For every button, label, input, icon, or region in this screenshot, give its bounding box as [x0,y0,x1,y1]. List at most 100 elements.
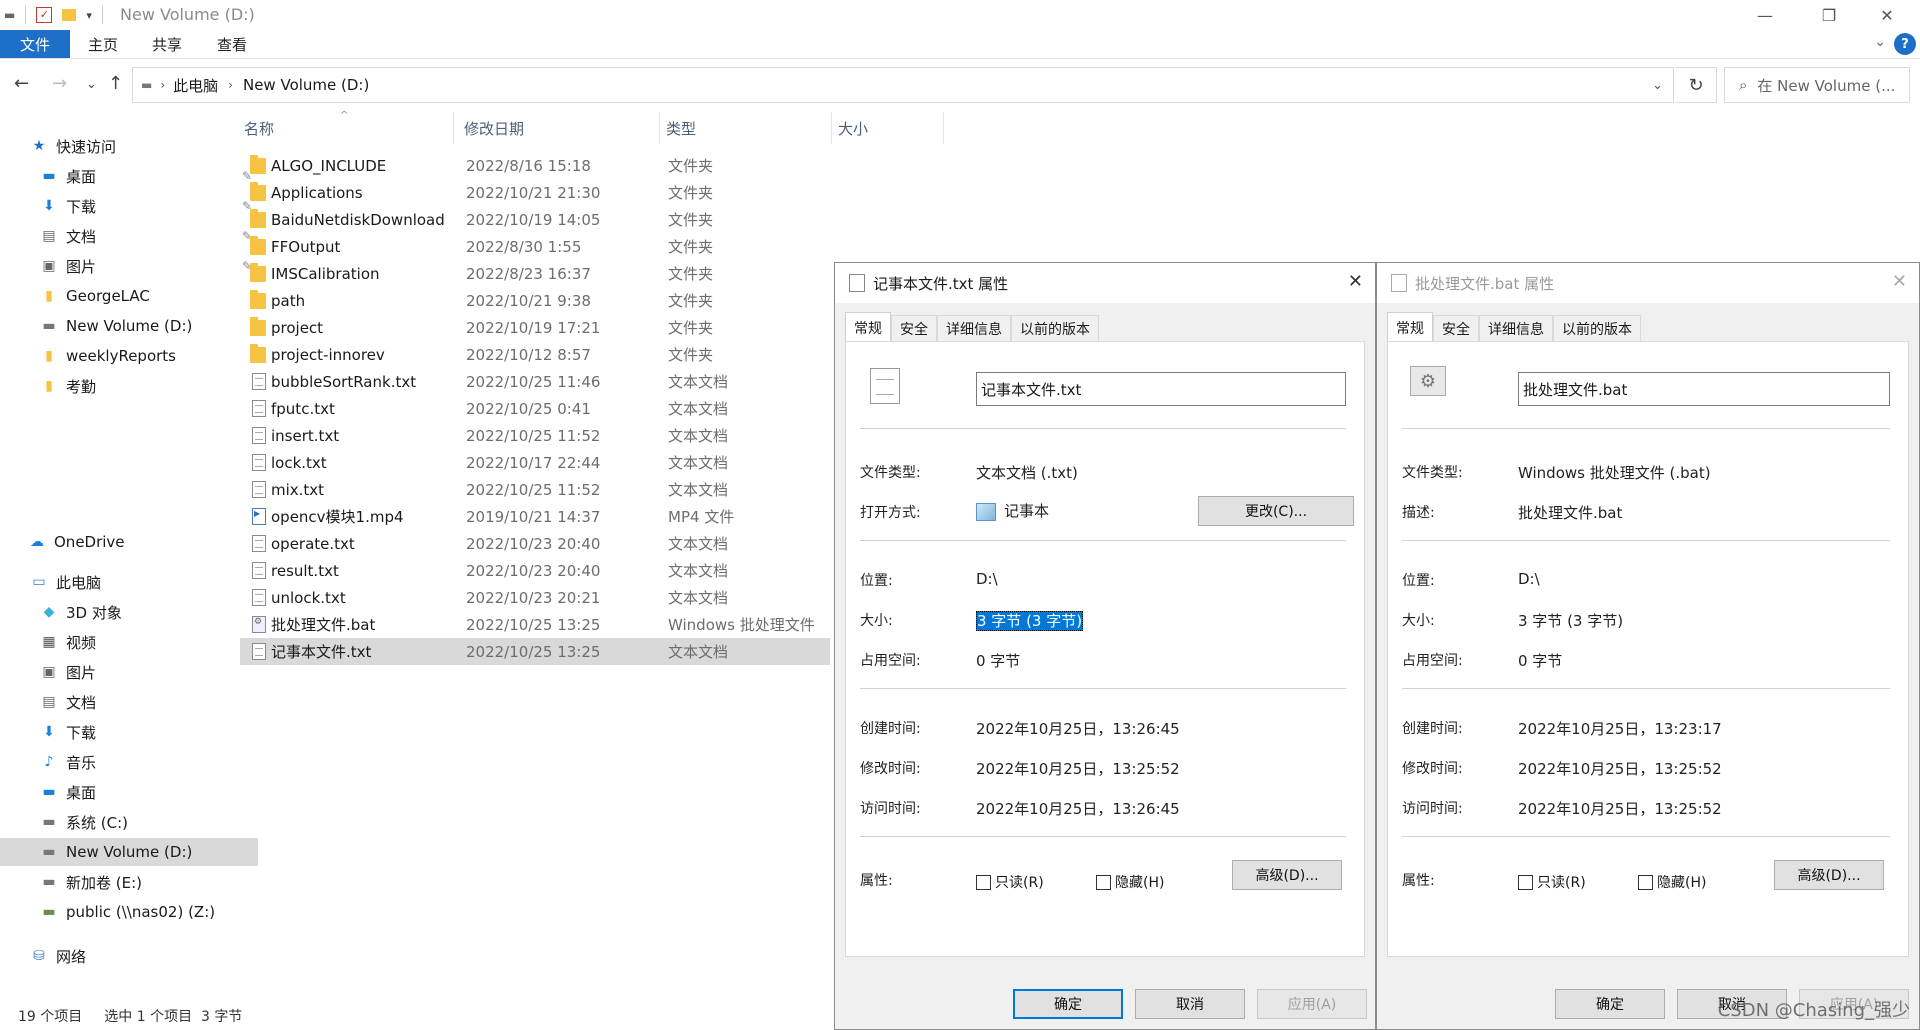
filename-input[interactable]: 记事本文件.txt [976,372,1346,406]
tab-previous-versions[interactable]: 以前的版本 [1553,315,1641,342]
sidebar-item[interactable]: ▮ GeorgeLAC [0,282,258,310]
close-icon[interactable]: ✕ [1892,271,1907,292]
tab-details[interactable]: 详细信息 [937,315,1011,342]
file-row[interactable]: opencv模块1.mp4 2019/10/21 14:37 MP4 文件 [240,503,830,530]
forward-arrow-icon[interactable]: → [52,73,67,94]
checkbox-box[interactable] [976,874,991,890]
help-icon[interactable]: ? [1894,33,1916,55]
checkbox-box[interactable] [1638,874,1653,890]
sidebar-item-onedrive[interactable]: ☁ OneDrive [0,528,246,556]
breadcrumb-drive[interactable]: New Volume (D:) [243,76,369,94]
readonly-checkbox[interactable]: 只读(R) [976,872,1044,892]
sidebar-item[interactable]: ▬ public (\\nas02) (Z:) [0,898,258,926]
cancel-button[interactable]: 取消 [1135,989,1245,1019]
sidebar-item[interactable]: ▬ 桌面 [0,778,258,806]
file-row[interactable]: mix.txt 2022/10/25 11:52 文本文档 [240,476,830,503]
breadcrumb-this-pc[interactable]: 此电脑 [173,75,218,96]
tab-share[interactable]: 共享 [152,30,182,58]
filename-input[interactable]: 批处理文件.bat [1518,372,1890,406]
tab-security[interactable]: 安全 [1433,315,1479,342]
close-icon[interactable]: ✕ [1348,271,1363,292]
sidebar-item[interactable]: ▣ 图片 ✎ [0,252,258,280]
ok-button[interactable]: 确定 [1555,989,1665,1019]
hidden-checkbox[interactable]: 隐藏(H) [1638,872,1706,892]
column-header-date[interactable]: 修改日期 [460,112,660,144]
file-row[interactable]: Applications 2022/10/21 21:30 文件夹 [240,179,830,206]
apply-button[interactable]: 应用(A) [1257,989,1367,1019]
minimize-button[interactable]: — [1742,0,1788,30]
tab-file[interactable]: 文件 [0,30,70,58]
up-arrow-icon[interactable]: ↑ [108,73,123,94]
sidebar-item[interactable]: ▬ 新加卷 (E:) [0,868,258,896]
file-row[interactable]: ALGO_INCLUDE 2022/8/16 15:18 文件夹 [240,152,830,179]
address-dropdown-icon[interactable]: ⌄ [1652,78,1663,93]
file-row[interactable]: 记事本文件.txt 2022/10/25 13:25 文本文档 [240,638,830,665]
expand-ribbon-icon[interactable]: ⌄ [1874,34,1886,50]
sidebar-item[interactable]: ▬ 系统 (C:) [0,808,258,836]
change-button[interactable]: 更改(C)... [1198,496,1354,526]
file-row[interactable]: path 2022/10/21 9:38 文件夹 [240,287,830,314]
sidebar-item[interactable]: ▦ 视频 [0,628,258,656]
column-header-type[interactable]: 类型 [662,112,832,144]
tab-home[interactable]: 主页 [88,30,118,58]
folder-icon[interactable] [62,9,77,21]
file-row[interactable]: fputc.txt 2022/10/25 0:41 文本文档 [240,395,830,422]
tab-general[interactable]: 常规 [845,312,891,342]
sidebar-item[interactable]: ♪ 音乐 [0,748,258,776]
file-row[interactable]: FFOutput 2022/8/30 1:55 文件夹 [240,233,830,260]
checkbox-box[interactable] [1518,874,1533,890]
modified-label: 修改时间: [860,761,921,777]
ok-button[interactable]: 确定 [1013,989,1123,1019]
file-row[interactable]: unlock.txt 2022/10/23 20:21 文本文档 [240,584,830,611]
file-name: insert.txt [271,426,340,445]
close-button[interactable]: ✕ [1864,0,1910,30]
sidebar-item[interactable]: ▬ 桌面 ✎ [0,162,258,190]
refresh-button[interactable]: ↻ [1676,67,1717,103]
sidebar-item[interactable]: ▬ New Volume (D:) [0,838,258,866]
readonly-checkbox[interactable]: 只读(R) [1518,872,1586,892]
size-value-text[interactable]: 3 字节 (3 字节) [976,611,1084,631]
properties-icon[interactable]: ✓ [36,7,53,23]
file-row[interactable]: IMSCalibration 2022/8/23 16:37 文件夹 [240,260,830,287]
file-row[interactable]: bubbleSortRank.txt 2022/10/25 11:46 文本文档 [240,368,830,395]
sidebar-item[interactable]: ▣ 图片 [0,658,258,686]
sidebar-item[interactable]: ⬇ 下载 ✎ [0,192,258,220]
sidebar-item[interactable]: ▮ 考勤 [0,372,258,400]
file-row[interactable]: result.txt 2022/10/23 20:40 文本文档 [240,557,830,584]
address-bar[interactable]: ▬ › 此电脑 › New Volume (D:) ⌄ [132,67,1674,103]
file-row[interactable]: project 2022/10/19 17:21 文件夹 [240,314,830,341]
sidebar-item[interactable]: ▤ 文档 [0,688,258,716]
tab-general[interactable]: 常规 [1387,312,1433,342]
sidebar-item[interactable]: ⬇ 下载 [0,718,258,746]
tab-details[interactable]: 详细信息 [1479,315,1553,342]
sidebar-item[interactable]: ▤ 文档 ✎ [0,222,258,250]
sidebar-item-network[interactable]: ⛁ 网络 [0,942,248,970]
file-row[interactable]: project-innorev 2022/10/12 8:57 文件夹 [240,341,830,368]
recent-locations-icon[interactable]: ⌄ [86,77,97,92]
back-arrow-icon[interactable]: ← [14,73,29,94]
file-row[interactable]: insert.txt 2022/10/25 11:52 文本文档 [240,422,830,449]
restore-button[interactable]: ❐ [1806,0,1852,30]
file-row[interactable]: operate.txt 2022/10/23 20:40 文本文档 [240,530,830,557]
customize-toolbar-icon[interactable]: ▾ [86,9,92,22]
column-header-name[interactable]: 名称 ^ [240,110,454,144]
file-row[interactable]: 批处理文件.bat 2022/10/25 13:25 Windows 批处理文件 [240,611,830,638]
sidebar-item[interactable]: ▮ weeklyReports [0,342,258,370]
hidden-checkbox[interactable]: 隐藏(H) [1096,872,1164,892]
advanced-button[interactable]: 高级(D)... [1232,860,1342,890]
size-value[interactable]: 3 字节 (3 字节) [976,610,1084,631]
advanced-button[interactable]: 高级(D)... [1774,860,1884,890]
sidebar-item[interactable]: ▬ New Volume (D:) [0,312,258,340]
search-input[interactable]: ⌕ 在 New Volume (... [1724,67,1910,103]
tab-view[interactable]: 查看 [217,30,247,58]
tab-previous-versions[interactable]: 以前的版本 [1011,315,1099,342]
tab-security[interactable]: 安全 [891,315,937,342]
column-header-size[interactable]: 大小 [834,112,944,144]
sidebar-item-this-pc[interactable]: ▭ 此电脑 [0,568,248,596]
text-file-icon [252,643,266,660]
sidebar-item[interactable]: ◆ 3D 对象 [0,598,258,626]
file-row[interactable]: BaiduNetdiskDownload 2022/10/19 14:05 文件夹 [240,206,830,233]
file-row[interactable]: lock.txt 2022/10/17 22:44 文本文档 [240,449,830,476]
sidebar-item-quick-access[interactable]: ★ 快速访问 [0,132,248,160]
checkbox-box[interactable] [1096,874,1111,890]
